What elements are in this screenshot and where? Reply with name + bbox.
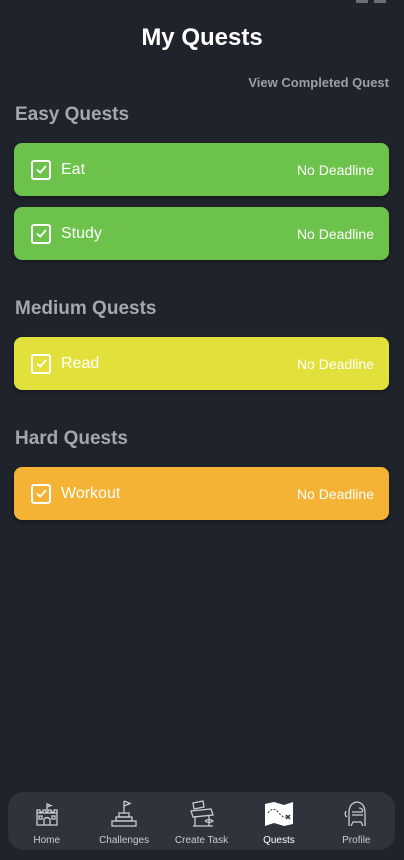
nav-item-quests[interactable]: Quests (240, 792, 317, 850)
nav-label: Home (33, 835, 61, 846)
treasure-map-icon (264, 802, 293, 826)
nav-item-profile[interactable]: Profile (318, 792, 395, 850)
checkbox-icon[interactable] (31, 483, 51, 504)
quest-deadline: No Deadline (296, 161, 374, 178)
quest-name: Workout (61, 484, 121, 502)
checkbox-icon[interactable] (31, 353, 51, 374)
writing-desk-icon (189, 800, 214, 827)
nav-label: Profile (342, 835, 371, 846)
nav-item-challenges[interactable]: Challenges (85, 792, 162, 850)
quest-card-read[interactable]: Read No Deadline (14, 337, 389, 390)
quest-deadline: No Deadline (296, 485, 374, 502)
page-title: My Quests (141, 24, 263, 51)
bottom-nav: Home Challenges Create Task Quests Profi… (8, 792, 395, 850)
nav-item-create-task[interactable]: Create Task (163, 792, 240, 850)
view-completed-quest-link[interactable]: View Completed Quest (248, 75, 389, 90)
checkbox-icon[interactable] (31, 159, 51, 180)
section-title-medium: Medium Quests (15, 298, 157, 319)
nav-item-home[interactable]: Home (8, 792, 85, 850)
app-screen: My Quests View Completed Quest Easy Ques… (0, 0, 404, 860)
status-bar (356, 0, 386, 6)
quest-card-eat[interactable]: Eat No Deadline (14, 143, 389, 196)
quest-deadline: No Deadline (296, 225, 374, 242)
flag-podium-icon (111, 800, 137, 827)
nav-label: Quests (263, 835, 295, 846)
nav-label: Challenges (99, 835, 150, 846)
knight-helmet-icon (344, 801, 366, 827)
quest-card-study[interactable]: Study No Deadline (14, 207, 389, 260)
quest-name: Read (61, 354, 100, 372)
quest-card-workout[interactable]: Workout No Deadline (14, 467, 389, 520)
section-title-easy: Easy Quests (15, 104, 130, 125)
quest-name: Eat (61, 160, 86, 178)
quest-deadline: No Deadline (296, 355, 374, 372)
nav-label: Create Task (174, 835, 229, 846)
quest-name: Study (61, 224, 102, 242)
checkbox-icon[interactable] (31, 223, 51, 244)
section-title-hard: Hard Quests (15, 428, 128, 449)
castle-icon (36, 803, 58, 826)
